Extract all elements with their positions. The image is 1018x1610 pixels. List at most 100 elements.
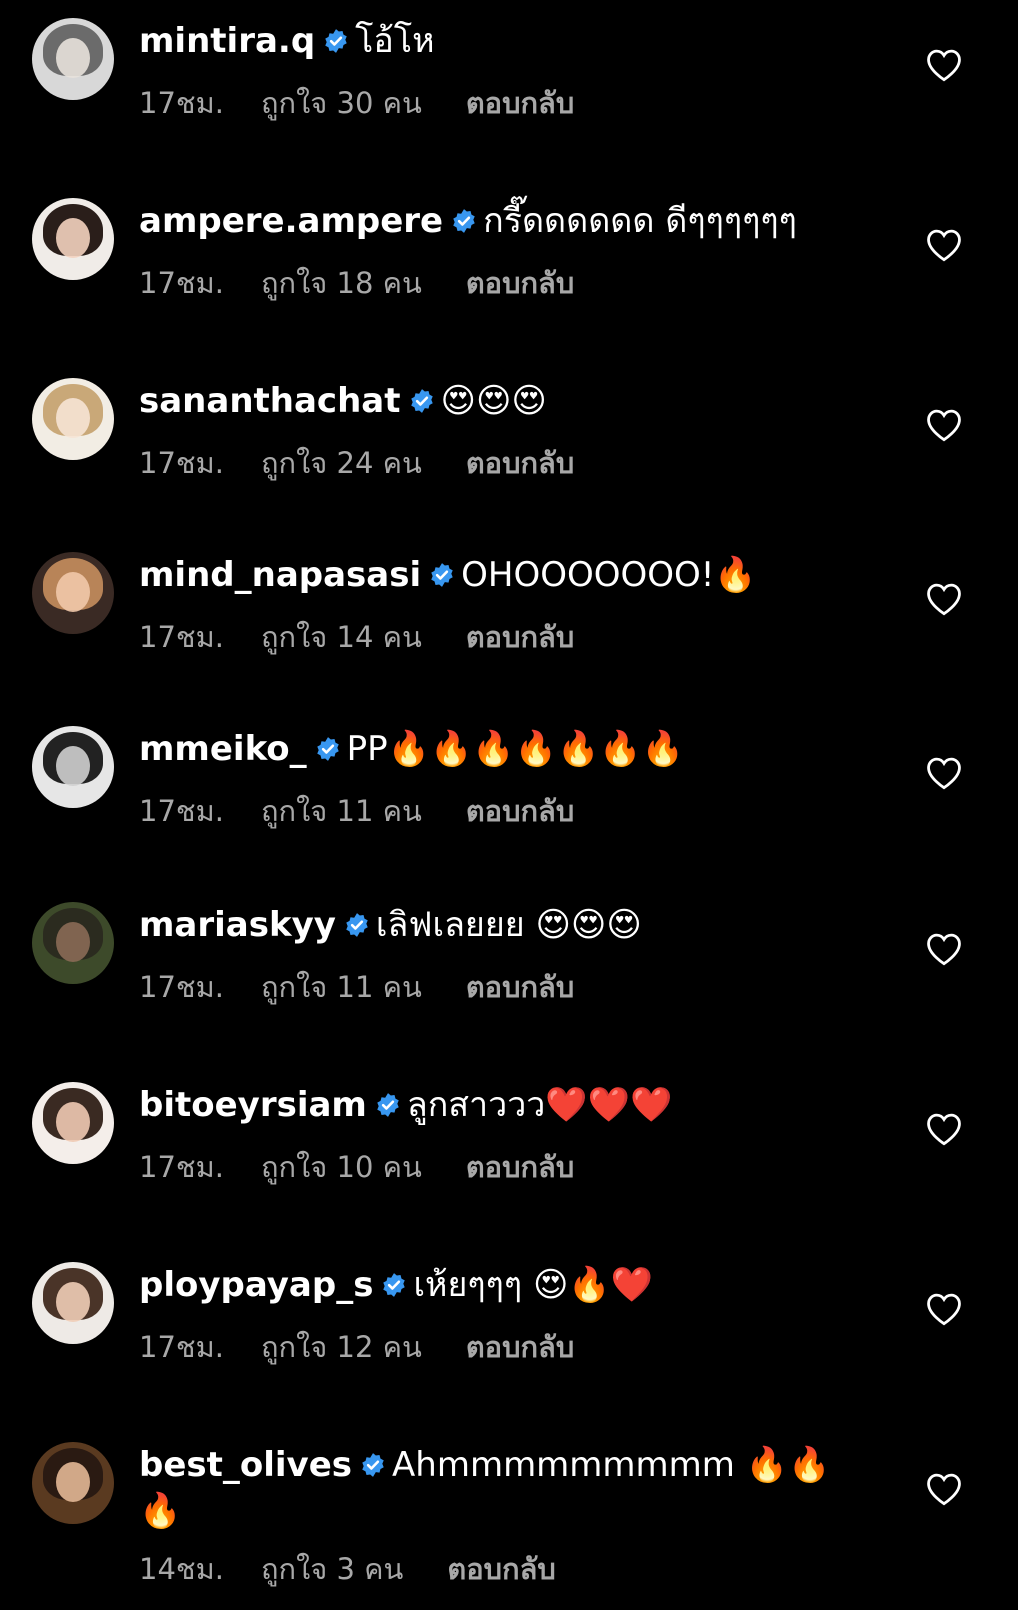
comment-item: bitoeyrsiam ลูกสาววว❤️❤️❤️ 17ชม. ถูกใจ 10 … [0, 1082, 1018, 1242]
heart-outline-icon[interactable] [925, 582, 963, 616]
comment-time: 17ชม. [139, 1150, 224, 1184]
likes-count-link[interactable]: ถูกใจ 3 คน [261, 1546, 403, 1592]
likes-count-link[interactable]: ถูกใจ 14 คน [261, 614, 422, 660]
comment-text: 😍😍😍 [440, 381, 547, 421]
avatar[interactable] [32, 18, 114, 100]
username-link[interactable]: bitoeyrsiam [139, 1085, 367, 1125]
reply-button[interactable]: ตอบกลับ [466, 1324, 574, 1370]
avatar[interactable] [32, 726, 114, 808]
comment-item: ploypayap_s เห้ยๆๆๆ 😍🔥❤️ 17ชม. ถูกใจ 12 คน… [0, 1262, 1018, 1422]
comment-body: mind_napasasi OHOOOOOOO!🔥 17ชม. ถูกใจ 14 ค… [139, 552, 859, 654]
comment-meta: 17ชม. ถูกใจ 30 คน ตอบกลับ [139, 80, 574, 126]
heart-outline-icon[interactable] [925, 1292, 963, 1326]
avatar[interactable] [32, 1262, 114, 1344]
comment-body: mintira.q โอ้โห 17ชม. ถูกใจ 30 คน ตอบกลับ [139, 18, 859, 120]
username-link[interactable]: best_olives [139, 1445, 352, 1485]
reply-button[interactable]: ตอบกลับ [466, 440, 574, 486]
comment-time: 17ชม. [139, 446, 224, 480]
comment-body: sananthachat 😍😍😍 17ชม. ถูกใจ 24 คน ตอบกลับ [139, 378, 859, 480]
heart-outline-icon[interactable] [925, 408, 963, 442]
comment-body: ploypayap_s เห้ยๆๆๆ 😍🔥❤️ 17ชม. ถูกใจ 12 คน… [139, 1262, 859, 1364]
heart-outline-icon[interactable] [925, 228, 963, 262]
reply-button[interactable]: ตอบกลับ [466, 1144, 574, 1190]
comment-line: ploypayap_s เห้ยๆๆๆ 😍🔥❤️ [139, 1262, 859, 1308]
likes-count-link[interactable]: ถูกใจ 11 คน [261, 788, 422, 834]
heart-outline-icon[interactable] [925, 932, 963, 966]
verified-badge-icon [431, 563, 453, 587]
verified-badge-icon [383, 1273, 406, 1297]
verified-badge-icon [346, 913, 368, 937]
verified-badge-icon [325, 29, 347, 53]
reply-button[interactable]: ตอบกลับ [466, 80, 574, 126]
comment-text: ลูกสาววว❤️❤️❤️ [406, 1085, 673, 1125]
likes-count-link[interactable]: ถูกใจ 24 คน [261, 440, 422, 486]
heart-outline-icon[interactable] [925, 756, 963, 790]
username-link[interactable]: ampere.ampere [139, 201, 443, 241]
comment-time: 14ชม. [139, 1552, 224, 1586]
comment-item: best_olives Ahmmmmmmmmm 🔥🔥🔥 14ชม. ถูกใจ 3 … [0, 1442, 1018, 1610]
comment-line: mariaskyy เลิฟเลยยย 😍😍😍 [139, 902, 859, 948]
username-link[interactable]: ploypayap_s [139, 1265, 373, 1305]
comment-text: โอ้โห [355, 21, 435, 61]
comment-line: best_olives Ahmmmmmmmmm 🔥🔥🔥 [139, 1442, 839, 1534]
likes-count-link[interactable]: ถูกใจ 11 คน [261, 964, 422, 1010]
comment-body: mmeiko_ PP🔥🔥🔥🔥🔥🔥🔥 17ชม. ถูกใจ 11 คน ตอบกลับ [139, 726, 859, 828]
avatar[interactable] [32, 1082, 114, 1164]
comment-time: 17ชม. [139, 1330, 224, 1364]
comment-meta: 17ชม. ถูกใจ 11 คน ตอบกลับ [139, 788, 574, 834]
likes-count-link[interactable]: ถูกใจ 10 คน [261, 1144, 422, 1190]
comment-meta: 17ชม. ถูกใจ 18 คน ตอบกลับ [139, 260, 574, 306]
reply-button[interactable]: ตอบกลับ [447, 1546, 555, 1592]
reply-button[interactable]: ตอบกลับ [466, 614, 574, 660]
verified-badge-icon [453, 209, 475, 233]
comment-time: 17ชม. [139, 86, 224, 120]
comment-item: mariaskyy เลิฟเลยยย 😍😍😍 17ชม. ถูกใจ 11 คน ต… [0, 902, 1018, 1062]
comment-meta: 17ชม. ถูกใจ 24 คน ตอบกลับ [139, 440, 574, 486]
heart-outline-icon[interactable] [925, 1472, 963, 1506]
comment-item: mmeiko_ PP🔥🔥🔥🔥🔥🔥🔥 17ชม. ถูกใจ 11 คน ตอบกลับ [0, 726, 1018, 886]
comment-item: sananthachat 😍😍😍 17ชม. ถูกใจ 24 คน ตอบกลับ [0, 378, 1018, 538]
comment-meta: 17ชม. ถูกใจ 14 คน ตอบกลับ [139, 614, 574, 660]
comment-meta: 14ชม. ถูกใจ 3 คน ตอบกลับ [139, 1546, 556, 1592]
comment-text: เห้ยๆๆๆ 😍🔥❤️ [413, 1265, 654, 1305]
comment-body: best_olives Ahmmmmmmmmm 🔥🔥🔥 14ชม. ถูกใจ 3 … [139, 1442, 859, 1586]
comment-item: mind_napasasi OHOOOOOOO!🔥 17ชม. ถูกใจ 14 ค… [0, 552, 1018, 712]
username-link[interactable]: mind_napasasi [139, 555, 421, 595]
comment-time: 17ชม. [139, 620, 224, 654]
avatar[interactable] [32, 198, 114, 280]
likes-count-link[interactable]: ถูกใจ 12 คน [261, 1324, 422, 1370]
comment-text: กรี๊ดดดดดด ดีๆๆๆๆๆๆ [483, 201, 797, 241]
verified-badge-icon [410, 389, 433, 413]
username-link[interactable]: sananthachat [139, 381, 401, 421]
comment-line: sananthachat 😍😍😍 [139, 378, 859, 424]
comment-body: mariaskyy เลิฟเลยยย 😍😍😍 17ชม. ถูกใจ 11 คนต… [139, 902, 859, 1004]
reply-button[interactable]: ตอบกลับ [466, 964, 574, 1010]
reply-button[interactable]: ตอบกลับ [466, 788, 574, 834]
comment-time: 17ชม. [139, 970, 224, 1004]
comment-time: 17ชม. [139, 266, 224, 300]
username-link[interactable]: mintira.q [139, 21, 315, 61]
comment-text: PP🔥🔥🔥🔥🔥🔥🔥 [346, 729, 684, 769]
avatar[interactable] [32, 902, 114, 984]
heart-outline-icon[interactable] [925, 48, 963, 82]
comment-meta: 17ชม. ถูกใจ 11 คน ตอบกลับ [139, 964, 574, 1010]
username-link[interactable]: mariaskyy [139, 905, 336, 945]
verified-badge-icon [316, 737, 339, 761]
avatar[interactable] [32, 378, 114, 460]
verified-badge-icon [377, 1093, 399, 1117]
avatar[interactable] [32, 1442, 114, 1524]
reply-button[interactable]: ตอบกลับ [466, 260, 574, 306]
likes-count-link[interactable]: ถูกใจ 18 คน [261, 260, 422, 306]
comment-line: mintira.q โอ้โห [139, 18, 859, 64]
comment-meta: 17ชม. ถูกใจ 10 คน ตอบกลับ [139, 1144, 574, 1190]
comment-line: ampere.ampere กรี๊ดดดดดด ดีๆๆๆๆๆๆ [139, 198, 859, 244]
comment-body: bitoeyrsiam ลูกสาววว❤️❤️❤️ 17ชม. ถูกใจ 10 … [139, 1082, 859, 1184]
comment-item: mintira.q โอ้โห 17ชม. ถูกใจ 30 คน ตอบกลับ [0, 18, 1018, 178]
username-link[interactable]: mmeiko_ [139, 729, 307, 769]
likes-count-link[interactable]: ถูกใจ 30 คน [261, 80, 422, 126]
comment-item: ampere.ampere กรี๊ดดดดดด ดีๆๆๆๆๆๆ 17ชม. ถู… [0, 198, 1018, 358]
avatar[interactable] [32, 552, 114, 634]
comment-line: bitoeyrsiam ลูกสาววว❤️❤️❤️ [139, 1082, 859, 1128]
heart-outline-icon[interactable] [925, 1112, 963, 1146]
comment-line: mind_napasasi OHOOOOOOO!🔥 [139, 552, 859, 598]
